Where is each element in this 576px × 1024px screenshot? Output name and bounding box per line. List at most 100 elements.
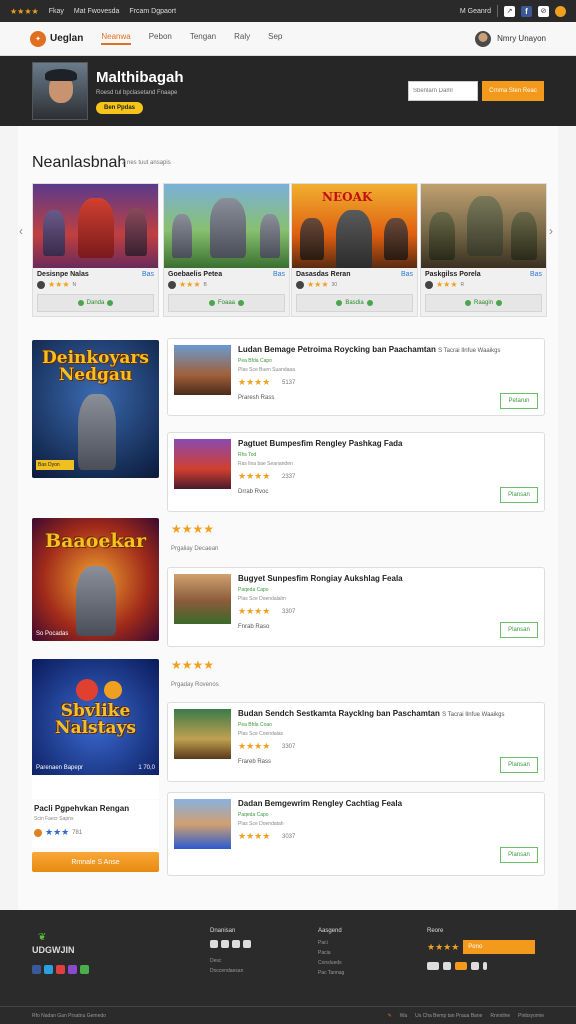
featured-card[interactable]: Goebaelis Petea Bas ★★★ B Foaaa [163,183,290,317]
footer-column-2: Aasgend Paci Pacia Conslueds Pac Tannag [318,928,344,980]
game-category: Pea Bfda Capo [238,358,272,364]
youtube-icon[interactable] [56,965,65,974]
rating-stars-icon: ★★★★ [10,6,39,16]
footer-bottom-link[interactable]: Pinbsyomie [518,1013,544,1019]
arrow-icon [107,300,114,306]
top-link-1[interactable]: Fkay [49,8,64,15]
game-action-button[interactable]: Plansan [500,757,538,773]
game-thumbnail [174,799,231,849]
site-footer: ❦ UDGWJIN Dnanisan Desc Doccendaesan Aas… [0,910,576,1024]
featured-button[interactable]: Raagin [425,294,542,312]
carousel-left-arrow-icon[interactable]: ‹ [19,224,23,238]
featured-card[interactable]: NEOAK Dasasdas Reran Bas ★★★ 30 Basdia [291,183,418,317]
game-title: Bugyet Sunpesfim Rongiay Aukshlag Feala [238,574,403,583]
site-logo[interactable]: ✦ Ueglan [30,30,83,47]
game-list-item[interactable]: Dadan Bemgewrim Rengley Cachtiag Feala P… [167,792,545,876]
featured-tag[interactable]: Bas [401,271,413,278]
app-icon[interactable] [232,940,240,948]
game-list-item[interactable]: Budan Sendch Sestkamta Raycklng ban Pasc… [167,702,545,782]
featured-tag[interactable]: Bas [273,271,285,278]
rating-stars: ★★★★ [171,658,215,672]
game-category: Paqeda Capo [238,587,269,593]
instagram-icon[interactable] [68,965,77,974]
footer-link[interactable]: Desc [210,958,251,964]
nav-item-1[interactable]: Neanwa [101,32,131,45]
notification-icon[interactable] [555,5,566,17]
share-icon[interactable] [80,965,89,974]
featured-button[interactable]: Basdia [296,294,413,312]
search-input[interactable] [408,81,478,101]
profile-button[interactable]: Ben Ppdas [96,101,144,114]
featured-count: 30 [331,281,338,288]
game-list-item[interactable]: Bugyet Sunpesfim Rongiay Aukshlag Feala … [167,567,545,647]
star-icon: ★★★ [436,280,458,289]
featured-button-label: Foaaa [217,300,235,306]
account-link[interactable]: M Geanrd [460,8,491,15]
game-description: Plas Sce Buen Suandaaa [238,367,295,373]
footer-bottom-link[interactable]: Wa [400,1013,407,1019]
game-cover[interactable]: Sbvlike Nalstays Parenaen Bapepr 1 70,0 [32,659,159,799]
featured-tag[interactable]: Bas [142,271,154,278]
top-link-2[interactable]: Mat Fwovesda [74,8,120,15]
game-thumbnail [174,574,231,624]
main-content: Neanlasbnah 2 nes tuut ansapis ‹ › Desis… [18,126,558,910]
app-icon[interactable] [221,940,229,948]
pencil-icon: ✎ [387,1012,392,1019]
top-right: M Geanrd ↗ f ⊘ [460,5,566,17]
featured-button[interactable]: Foaaa [168,294,285,312]
card-action-button[interactable]: Rmnale S Anse [32,852,159,872]
game-title-text: Ludan Bemage Petroima Roycking ban Paach… [238,345,436,354]
game-list-item[interactable]: Ludan Bemage Petroima Roycking ban Paach… [167,338,545,416]
game-action-button[interactable]: Plansan [500,622,538,638]
game-card-body: Pacli Pgpehvkan Rengan Scin Faecr Sapns … [32,800,159,848]
featured-tag[interactable]: Bas [530,271,542,278]
footer-link[interactable]: Doccendaesan [210,968,251,974]
game-action-button[interactable]: Plansan [500,487,538,503]
game-action-button[interactable]: Petarun [500,393,538,409]
app-icon[interactable] [210,940,218,948]
section-subtitle: 2 nes tuut ansapis [122,160,171,166]
game-action-button[interactable]: Plansan [500,847,538,863]
game-description: Ras lina bae Seananden [238,461,293,467]
game-cover[interactable]: Baaoekar So Pocadas [32,518,159,641]
facebook-icon[interactable]: f [521,5,532,17]
nav-item-4[interactable]: Raly [234,32,250,45]
main-header: ✦ Ueglan Neanwa Pebon Tengan Raly Sep Nm… [0,22,576,56]
facebook-icon[interactable] [32,965,41,974]
footer-brand: UDGWJIN [32,945,75,955]
footer-link[interactable]: Pacia [318,950,344,956]
user-menu[interactable]: Nmry Unayon [475,30,546,47]
footer-logo[interactable]: ❦ UDGWJIN [32,932,89,974]
featured-card[interactable]: Paskgilss Porela Bas ★★★ R Raagin [420,183,547,317]
footer-link[interactable]: Paci [318,940,344,946]
game-cover[interactable]: Deinkoyars Nedgau Bas Dyon [32,340,159,478]
game-description: Plas Sce Doendalalm [238,596,286,602]
featured-button[interactable]: Danda [37,294,154,312]
star-icon: ★★★★ [238,377,271,387]
nav-item-2[interactable]: Pebon [149,32,172,45]
rating-stars: ★★★★ [171,522,215,536]
fruit-icon [76,679,98,701]
profile-photo [32,62,88,120]
star-icon: ★★★ [179,280,201,289]
twitter-icon[interactable] [44,965,53,974]
nav-item-5[interactable]: Sep [268,32,282,45]
cover-art: Deinkoyars Nedgau Bas Dyon [32,340,159,478]
footer-bottom-link[interactable]: Us Cha Bemp tan Praua Bane [415,1013,482,1019]
search-button[interactable]: Crnma Sten Reac [482,81,544,101]
top-link-3[interactable]: Frcam Dgpaort [129,8,176,15]
game-count: 3307 [282,609,296,615]
footer-bottom-link[interactable]: Rnnnilne [490,1013,510,1019]
footer-button[interactable]: Pono [463,940,536,954]
nav-item-3[interactable]: Tengan [190,32,216,45]
app-icon [471,962,479,970]
share-icon[interactable]: ↗ [504,5,515,17]
game-list-item[interactable]: Pagtuet Bumpesfim Rengley Pashkag Fada R… [167,432,545,512]
carousel-right-arrow-icon[interactable]: › [549,224,553,238]
play-icon [208,300,215,306]
app-icon[interactable] [243,940,251,948]
featured-card[interactable]: Desisnpe Nalas Bas ★★★ N Danda [32,183,159,317]
footer-link[interactable]: Pac Tannag [318,970,344,976]
footer-link[interactable]: Conslueds [318,960,344,966]
link-icon[interactable]: ⊘ [538,5,549,17]
